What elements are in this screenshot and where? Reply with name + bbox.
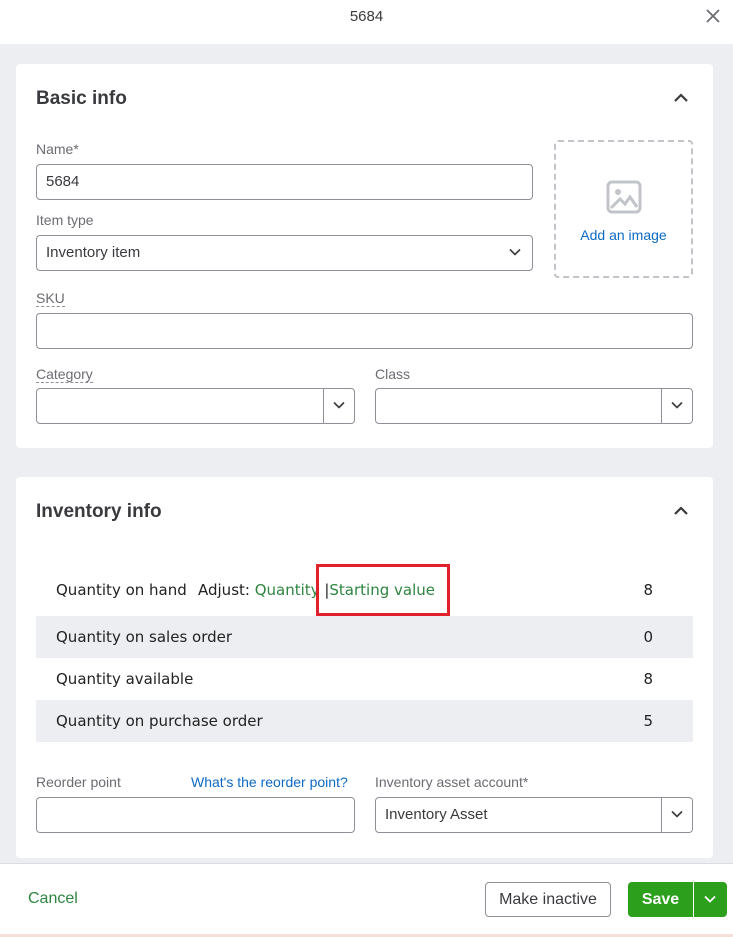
chevron-down-icon xyxy=(671,810,683,818)
class-dropdown-button[interactable] xyxy=(661,389,692,423)
quantity-on-sales-order-row: Quantity on sales order 0 xyxy=(36,616,693,658)
quantity-on-purchase-order-value: 5 xyxy=(643,712,653,730)
reorder-point-help-link[interactable]: What's the reorder point? xyxy=(191,774,348,790)
quantity-on-purchase-order-row: Quantity on purchase order 5 xyxy=(36,700,693,742)
item-type-label: Item type xyxy=(36,212,94,228)
quantity-on-sales-order-label: Quantity on sales order xyxy=(56,628,233,646)
reorder-point-label: Reorder point xyxy=(36,774,121,790)
panel-footer: Cancel Make inactive Save xyxy=(0,863,733,937)
image-icon xyxy=(606,180,642,214)
inventory-info-title: Inventory info xyxy=(36,501,162,522)
quantity-on-hand-label: Quantity on hand xyxy=(56,581,187,599)
cancel-button[interactable]: Cancel xyxy=(28,890,78,908)
panel-header: 5684 xyxy=(0,0,733,44)
basic-info-card: Basic info Name* 5684 Item type Inventor… xyxy=(16,64,713,448)
adjust-quantity-link[interactable]: Quantity xyxy=(255,581,320,599)
sku-label: SKU xyxy=(36,290,65,307)
asset-account-select[interactable]: Inventory Asset xyxy=(375,797,693,833)
add-image-dropzone[interactable]: Add an image xyxy=(554,140,693,278)
adjust-label: Adjust: xyxy=(198,581,250,599)
asset-account-label: Inventory asset account* xyxy=(375,774,529,790)
category-dropdown-button[interactable] xyxy=(323,389,354,423)
quantity-on-sales-order-value: 0 xyxy=(643,628,653,646)
quantity-available-row: Quantity available 8 xyxy=(36,658,693,700)
item-type-select[interactable]: Inventory item xyxy=(36,235,533,271)
asset-account-dropdown-button[interactable] xyxy=(661,798,692,832)
make-inactive-button[interactable]: Make inactive xyxy=(485,882,611,917)
quantity-on-hand-value: 8 xyxy=(643,581,653,599)
chevron-down-icon xyxy=(333,401,345,409)
collapse-basic-info-icon[interactable] xyxy=(671,88,691,108)
category-label: Category xyxy=(36,366,93,383)
sku-input[interactable] xyxy=(36,313,693,349)
close-icon[interactable] xyxy=(703,6,723,26)
starting-value-highlight xyxy=(316,564,450,616)
quantity-available-value: 8 xyxy=(643,670,653,688)
name-input[interactable]: 5684 xyxy=(36,164,533,200)
collapse-inventory-info-icon[interactable] xyxy=(671,501,691,521)
quantity-available-label: Quantity available xyxy=(56,670,194,688)
save-button[interactable]: Save xyxy=(628,882,693,917)
chevron-down-icon xyxy=(671,401,683,409)
quantity-on-purchase-order-label: Quantity on purchase order xyxy=(56,712,263,730)
save-options-button[interactable] xyxy=(694,882,727,917)
panel-title: 5684 xyxy=(349,8,384,25)
add-image-label: Add an image xyxy=(580,227,667,243)
class-label: Class xyxy=(375,366,411,382)
basic-info-title: Basic info xyxy=(36,88,127,109)
name-label: Name* xyxy=(36,141,79,157)
inventory-info-card: Inventory info Quantity on hand Adjust: … xyxy=(16,477,713,858)
class-select[interactable] xyxy=(375,388,693,424)
chevron-down-icon xyxy=(509,248,521,256)
item-type-value: Inventory item xyxy=(46,244,141,261)
asset-account-value: Inventory Asset xyxy=(385,806,488,823)
reorder-point-input[interactable] xyxy=(36,797,355,833)
category-select[interactable] xyxy=(36,388,355,424)
chevron-down-icon xyxy=(704,895,716,903)
